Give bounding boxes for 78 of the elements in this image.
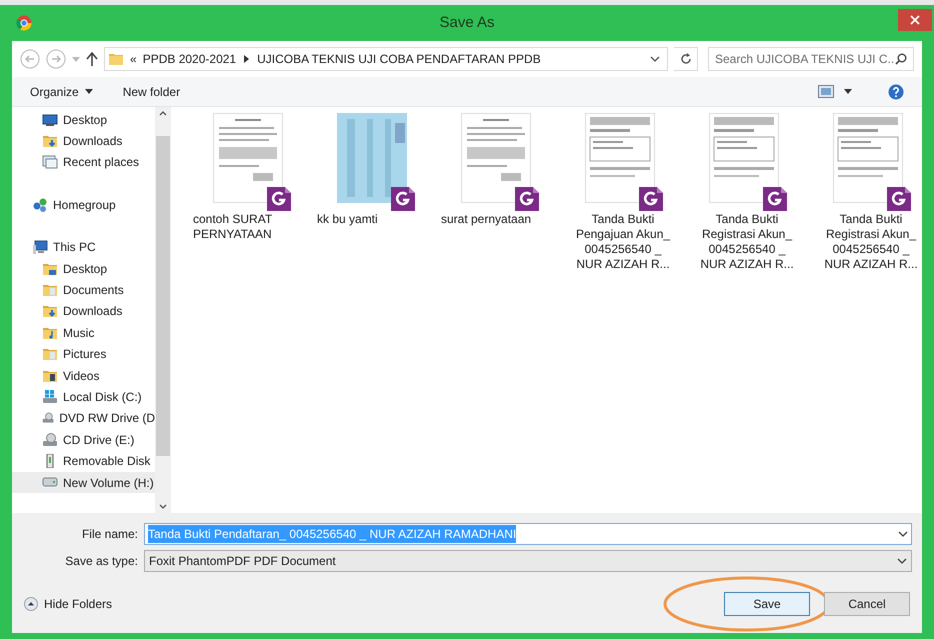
window-title: Save As bbox=[439, 12, 495, 33]
pdf-badge-icon bbox=[515, 187, 539, 211]
file-name[interactable]: surat pernyataan bbox=[437, 212, 561, 227]
dropdown-caret-icon[interactable] bbox=[650, 56, 660, 62]
sidebar-item[interactable]: CD Drive (E:) bbox=[12, 429, 155, 450]
new-folder-button[interactable]: New folder bbox=[122, 82, 180, 100]
address-bar[interactable]: « PPDB 2020-2021 UJICOBA TEKNIS UJI COBA PENDAFTARAN PPDB bbox=[104, 47, 668, 71]
downloads-icon bbox=[42, 304, 58, 318]
music-icon bbox=[42, 326, 58, 340]
sidebar-item[interactable]: Videos bbox=[12, 364, 155, 386]
downloads-icon bbox=[42, 134, 58, 148]
path-overflow[interactable]: « bbox=[130, 50, 137, 68]
recent-icon bbox=[42, 155, 58, 170]
chrome-icon bbox=[16, 15, 32, 31]
sidebar-item[interactable]: Downloads bbox=[12, 130, 155, 152]
videos-icon bbox=[42, 368, 58, 383]
selected-text: Tanda Bukti Pendaftaran_ 0045256540 _ NUR AZIZAH RAMADHANI bbox=[148, 525, 516, 543]
file-type-dropdown[interactable]: Foxit PhantomPDF PDF Document bbox=[144, 550, 912, 572]
sidebar-item[interactable]: Desktop bbox=[12, 109, 155, 130]
field-label: File name: bbox=[80, 526, 138, 543]
path-segment[interactable]: PPDB 2020-2021 bbox=[142, 50, 236, 68]
pc-icon bbox=[32, 240, 48, 254]
scrollbar-thumb[interactable] bbox=[156, 136, 170, 456]
dropdown-caret-icon[interactable] bbox=[844, 89, 852, 94]
file-name[interactable]: Tanda Bukti Pengajuan Akun_ 0045256540 _ NUR AZIZAH R... bbox=[561, 212, 685, 272]
cancel-button[interactable]: Cancel bbox=[824, 592, 910, 616]
dropdown-caret-icon bbox=[897, 558, 907, 564]
pdf-badge-icon bbox=[763, 187, 787, 211]
disk-icon bbox=[42, 390, 58, 404]
sidebar-item[interactable]: Pictures bbox=[12, 344, 155, 365]
field-label: Save as type: bbox=[64, 553, 138, 570]
pdf-badge-icon bbox=[887, 187, 911, 211]
close-button[interactable] bbox=[898, 9, 932, 31]
hide-folders-button[interactable]: Hide Folders bbox=[24, 595, 112, 613]
sidebar-item[interactable]: Music bbox=[12, 322, 155, 344]
desktop-folder-icon bbox=[42, 262, 58, 276]
collapse-icon bbox=[24, 597, 38, 611]
sidebar-item[interactable]: Recent places bbox=[12, 152, 155, 174]
file-name[interactable]: Tanda Bukti Registrasi Akun_ 0045256540 _ NUR AZIZAH R... bbox=[685, 212, 809, 272]
path-segment[interactable]: UJICOBA TEKNIS UJI COBA PENDAFTARAN PPDB bbox=[257, 50, 541, 68]
sidebar-item[interactable]: Homegroup bbox=[12, 194, 155, 216]
view-icon[interactable] bbox=[818, 85, 834, 98]
sidebar-item[interactable]: Desktop bbox=[12, 258, 155, 280]
sidebar-item[interactable]: Downloads bbox=[12, 300, 155, 322]
sidebar-item[interactable]: Documents bbox=[12, 279, 155, 301]
file-name[interactable]: Tanda Bukti Registrasi Akun_ 0045256540 _ NUR AZIZAH R... bbox=[809, 212, 933, 272]
up-arrow-icon[interactable] bbox=[86, 52, 98, 66]
refresh-icon bbox=[680, 53, 692, 65]
homegroup-icon bbox=[32, 198, 48, 212]
pdf-badge-icon bbox=[639, 187, 663, 211]
chevron-icon[interactable] bbox=[244, 55, 250, 63]
search-field[interactable]: Search UJICOBA TEKNIS UJI C... bbox=[708, 47, 914, 71]
pdf-badge-icon bbox=[391, 187, 415, 211]
file-name[interactable]: contoh SURAT PERNYATAAN bbox=[189, 212, 313, 242]
help-icon[interactable] bbox=[888, 84, 904, 100]
search-icon bbox=[895, 53, 907, 65]
sidebar-item[interactable]: Removable Disk bbox=[12, 450, 155, 472]
folder-icon bbox=[42, 283, 58, 298]
organize-menu[interactable]: Organize bbox=[30, 82, 93, 100]
desktop-icon bbox=[42, 112, 58, 127]
folder-icon bbox=[108, 51, 124, 67]
folder-icon bbox=[42, 347, 58, 362]
sidebar-item[interactable]: DVD RW Drive (D bbox=[12, 408, 155, 430]
sidebar-item[interactable]: This PC bbox=[12, 236, 155, 258]
refresh-button[interactable] bbox=[674, 47, 698, 71]
sidebar-item[interactable]: New Volume (H:) bbox=[12, 472, 155, 494]
dvd-icon bbox=[42, 411, 54, 426]
dropdown-caret-icon[interactable] bbox=[898, 531, 908, 537]
file-name[interactable]: kk bu yamti bbox=[313, 212, 437, 227]
close-icon bbox=[910, 15, 920, 25]
scroll-down-icon[interactable] bbox=[159, 504, 167, 509]
scrollbar[interactable] bbox=[155, 107, 171, 513]
dvd-icon bbox=[42, 432, 58, 447]
dropdown-caret-icon bbox=[84, 89, 93, 94]
pdf-badge-icon bbox=[267, 187, 291, 211]
save-button[interactable]: Save bbox=[724, 592, 810, 616]
sidebar-item[interactable]: Local Disk (C:) bbox=[12, 386, 155, 408]
scroll-up-icon[interactable] bbox=[159, 111, 167, 116]
